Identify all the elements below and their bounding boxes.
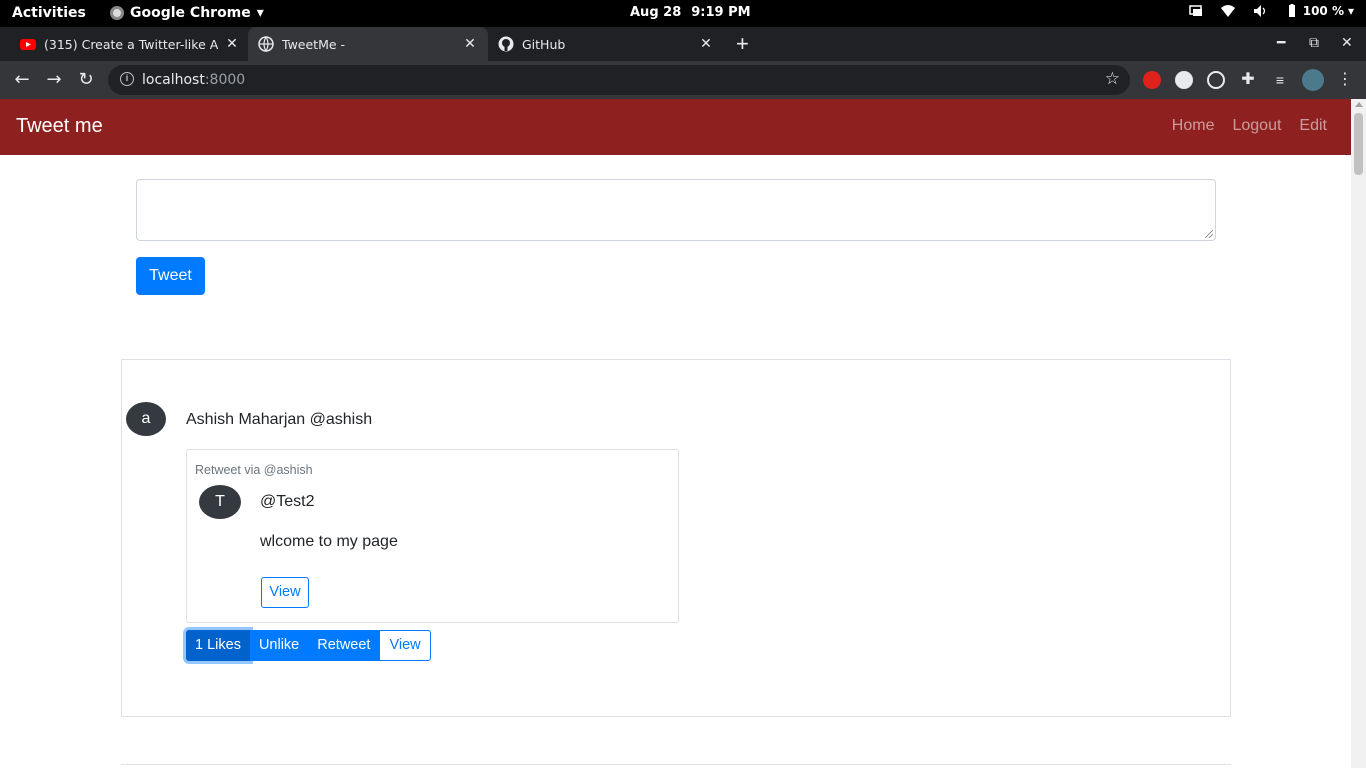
profile-avatar[interactable] bbox=[1302, 69, 1324, 91]
target-extension-icon[interactable] bbox=[1207, 71, 1225, 89]
tweet-card: a Ashish Maharjan @ashish Retweet via @a… bbox=[121, 359, 1231, 717]
url-port: :8000 bbox=[204, 72, 246, 88]
browser-toolbar: ← → ↻ i localhost:8000 ☆ ✚ ≡ ⋮ bbox=[0, 61, 1366, 99]
battery-level: 100 % bbox=[1302, 4, 1344, 18]
web-page: Tweet me Home Logout Edit Tweet a Ashish… bbox=[0, 99, 1351, 768]
restore-button[interactable]: ⧉ bbox=[1309, 35, 1319, 51]
next-tweet-card bbox=[121, 764, 1231, 768]
system-top-bar: Activities Google Chrome ▾ Aug 28 9:19 PM… bbox=[0, 0, 1366, 27]
nav-edit-link[interactable]: Edit bbox=[1299, 117, 1327, 135]
original-author: @Test2 bbox=[260, 493, 315, 510]
site-brand[interactable]: Tweet me bbox=[16, 115, 103, 138]
close-window-button[interactable]: ✕ bbox=[1341, 35, 1353, 51]
site-navbar: Tweet me Home Logout Edit bbox=[0, 99, 1351, 155]
view-tweet-button[interactable]: View bbox=[379, 630, 431, 661]
tweet-textarea[interactable] bbox=[136, 179, 1216, 241]
retweet-via-label: Retweet via @ashish bbox=[195, 463, 313, 477]
page-scrollbar[interactable] bbox=[1351, 99, 1366, 768]
wifi-icon bbox=[1220, 5, 1235, 17]
forward-button[interactable]: → bbox=[43, 69, 65, 90]
clock-time: 9:19 PM bbox=[691, 5, 751, 20]
minimize-button[interactable]: ━ bbox=[1277, 35, 1285, 51]
tab-strip: (315) Create a Twitter-like App ✕ TweetM… bbox=[0, 27, 1366, 61]
battery-indicator: 100 % ▾ bbox=[1285, 4, 1354, 18]
url-host: localhost bbox=[142, 72, 205, 88]
chevron-down-icon: ▾ bbox=[1347, 4, 1354, 18]
view-original-button[interactable]: View bbox=[261, 577, 309, 608]
adblock-extension-icon[interactable] bbox=[1143, 71, 1161, 89]
app-menu[interactable]: Google Chrome ▾ bbox=[110, 5, 264, 21]
tab-github[interactable]: GitHub ✕ bbox=[488, 27, 724, 61]
tweet-author: Ashish Maharjan @ashish bbox=[186, 411, 373, 428]
media-control-icon[interactable]: ≡ bbox=[1271, 71, 1289, 89]
extension-icon[interactable] bbox=[1175, 71, 1193, 89]
tweet-actions: 1 Likes Unlike Retweet View bbox=[186, 630, 431, 661]
tab-tweetme[interactable]: TweetMe - ✕ bbox=[248, 27, 488, 61]
bookmark-star-icon[interactable]: ☆ bbox=[1105, 69, 1120, 89]
puzzle-extensions-icon[interactable]: ✚ bbox=[1239, 71, 1257, 89]
nav-home-link[interactable]: Home bbox=[1172, 117, 1215, 135]
tab-youtube[interactable]: (315) Create a Twitter-like App ✕ bbox=[12, 27, 248, 61]
nav-logout-link[interactable]: Logout bbox=[1232, 117, 1281, 135]
app-name: Google Chrome bbox=[130, 5, 251, 21]
site-nav: Home Logout Edit bbox=[1172, 117, 1327, 135]
chrome-icon bbox=[110, 6, 124, 20]
globe-icon bbox=[258, 36, 274, 52]
likes-button[interactable]: 1 Likes bbox=[186, 630, 250, 661]
url-text[interactable]: localhost:8000 bbox=[142, 72, 245, 88]
retweet-card: Retweet via @ashish T @Test2 wlcome to m… bbox=[186, 449, 679, 623]
new-tab-button[interactable]: + bbox=[736, 31, 749, 57]
tab-title: TweetMe - bbox=[282, 36, 346, 52]
scroll-up-arrow-icon[interactable] bbox=[1355, 102, 1363, 107]
tab-title: (315) Create a Twitter-like App bbox=[44, 36, 218, 52]
clock[interactable]: Aug 28 9:19 PM bbox=[630, 5, 751, 20]
chevron-down-icon: ▾ bbox=[256, 5, 264, 21]
battery-icon bbox=[1288, 4, 1295, 17]
unlike-button[interactable]: Unlike bbox=[249, 630, 309, 661]
kebab-menu-icon[interactable]: ⋮ bbox=[1334, 69, 1356, 88]
close-icon[interactable]: ✕ bbox=[224, 36, 240, 52]
activities-button[interactable]: Activities bbox=[12, 5, 86, 21]
close-icon[interactable]: ✕ bbox=[462, 36, 478, 52]
youtube-icon bbox=[20, 39, 36, 50]
address-bar[interactable]: i localhost:8000 ☆ bbox=[108, 65, 1130, 95]
system-tray[interactable]: 100 % ▾ bbox=[1188, 4, 1354, 18]
scrollbar-thumb[interactable] bbox=[1354, 113, 1363, 175]
volume-icon bbox=[1253, 5, 1265, 17]
tab-title: GitHub bbox=[522, 36, 566, 52]
tweet-button[interactable]: Tweet bbox=[136, 257, 205, 295]
clock-date: Aug 28 bbox=[630, 5, 682, 20]
github-icon bbox=[498, 36, 514, 52]
tweet-content: wlcome to my page bbox=[260, 533, 398, 550]
avatar: T bbox=[199, 485, 241, 519]
retweet-button[interactable]: Retweet bbox=[308, 630, 380, 661]
reload-button[interactable]: ↻ bbox=[75, 69, 97, 90]
screen-share-icon bbox=[1188, 5, 1202, 16]
close-icon[interactable]: ✕ bbox=[698, 36, 714, 52]
avatar: a bbox=[126, 402, 166, 436]
back-button[interactable]: ← bbox=[11, 69, 33, 90]
info-icon[interactable]: i bbox=[120, 72, 134, 86]
